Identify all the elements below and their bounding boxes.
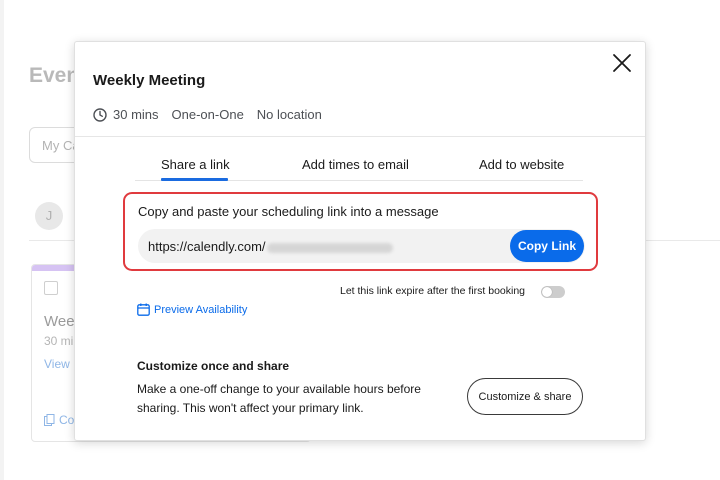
tab-add-times-to-email[interactable]: Add times to email [302, 157, 409, 172]
expire-link-toggle[interactable] [541, 286, 565, 298]
card-copy-link[interactable]: Co [44, 413, 74, 427]
modal-title: Weekly Meeting [93, 72, 206, 89]
link-url-blurred [266, 242, 393, 253]
event-meta: 30 mins One-on-One No location [93, 107, 335, 122]
close-icon [613, 54, 631, 72]
avatar[interactable]: J [35, 202, 63, 230]
tab-share-a-link[interactable]: Share a link [161, 157, 230, 172]
clock-icon [93, 107, 107, 122]
close-button[interactable] [611, 52, 633, 74]
preview-availability-link[interactable]: Preview Availability [137, 303, 247, 316]
copy-icon [44, 414, 55, 426]
active-tab-indicator [161, 178, 228, 181]
calendar-icon [137, 303, 150, 316]
toggle-knob [542, 287, 552, 297]
preview-availability-label: Preview Availability [154, 303, 248, 316]
card-copy-label: Co [59, 413, 75, 427]
event-location: No location [256, 107, 322, 122]
copy-link-button[interactable]: Copy Link [510, 230, 584, 262]
card-subtitle: 30 mi [44, 334, 74, 348]
card-checkbox[interactable] [44, 281, 58, 295]
share-modal: Weekly Meeting 30 mins One-on-One No loc… [74, 41, 646, 441]
tab-add-to-website[interactable]: Add to website [479, 157, 564, 172]
customize-description: Make a one-off change to your available … [137, 382, 421, 415]
page-heading: Even [29, 64, 80, 87]
scheduling-link-url[interactable]: https://calendly.com/ [148, 239, 393, 254]
link-url-prefix: https://calendly.com/ [148, 239, 266, 254]
card-view-link[interactable]: View [44, 357, 70, 371]
expire-link-label: Let this link expire after the first boo… [340, 285, 526, 297]
event-duration: 30 mins [113, 107, 159, 122]
card-title: Wee [44, 313, 75, 330]
customize-share-button[interactable]: Customize & share [467, 378, 583, 415]
customize-title: Customize once and share [137, 359, 290, 373]
link-instruction: Copy and paste your scheduling link into… [138, 204, 439, 219]
share-tabs: Share a link Add times to email Add to w… [135, 157, 583, 181]
event-type: One-on-One [171, 107, 244, 122]
scheduling-link-field[interactable]: https://calendly.com/ Copy Link [138, 229, 585, 263]
header-divider [75, 136, 645, 137]
scheduling-link-box: Copy and paste your scheduling link into… [123, 192, 598, 271]
